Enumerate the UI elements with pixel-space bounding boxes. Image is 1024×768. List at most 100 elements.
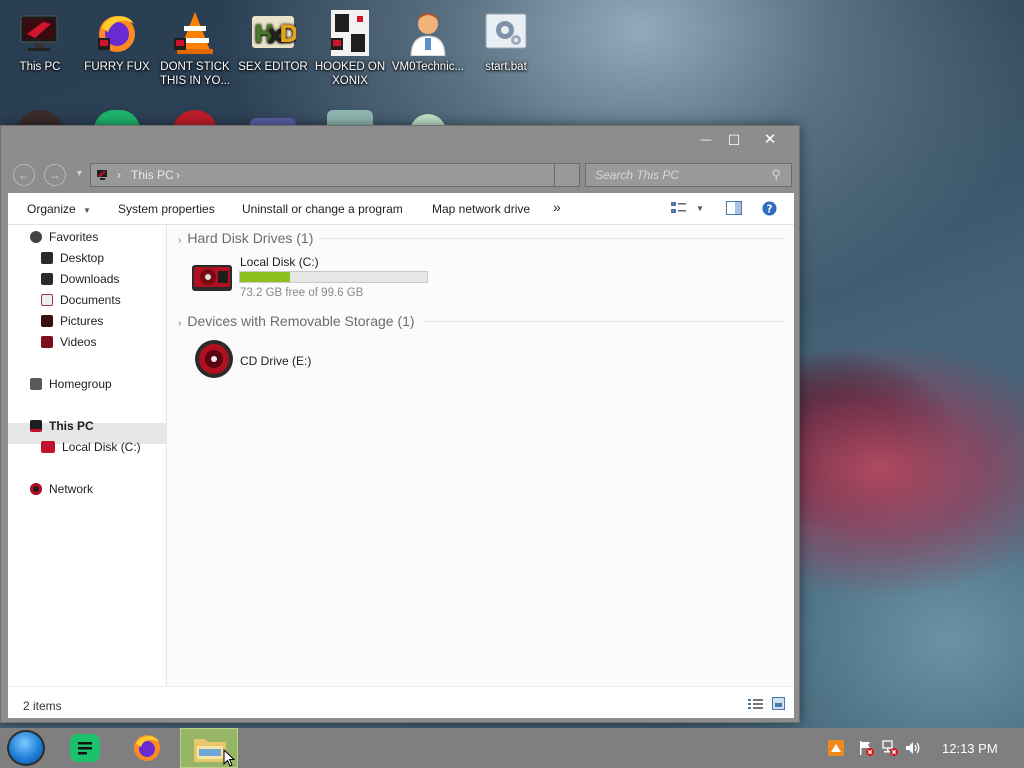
system-properties-button[interactable]: System properties	[118, 202, 215, 216]
drive-item-c[interactable]: Local Disk (C:) 73.2 GB free of 99.6 GB	[188, 255, 438, 301]
drive-c-usage-fill	[240, 272, 290, 282]
nav-pictures[interactable]: Pictures	[41, 311, 103, 331]
nav-downloads[interactable]: Downloads	[41, 269, 119, 289]
action-center-flag-icon[interactable]	[858, 740, 874, 756]
uninstall-program-button[interactable]: Uninstall or change a program	[242, 202, 403, 216]
more-commands-button[interactable]: »	[553, 199, 561, 215]
network-icon	[30, 483, 42, 495]
nav-documents[interactable]: Documents	[41, 290, 121, 310]
tray-app-icon[interactable]	[828, 740, 844, 756]
group-header-removable[interactable]: › Devices with Removable Storage (1)	[178, 313, 415, 329]
xonix-game-icon	[327, 10, 373, 56]
change-view-icon[interactable]	[671, 201, 687, 215]
videos-icon	[41, 336, 53, 348]
nav-this-pc[interactable]: This PC	[30, 416, 94, 436]
navigation-bar: ← → ▼ › This PC › Search This PC ⚲	[1, 156, 799, 188]
desktop-icon-label: HOOKED ON XONIX	[314, 61, 386, 87]
title-bar[interactable]: — ☐ ✕	[1, 126, 799, 156]
details-view-icon[interactable]	[748, 698, 763, 710]
desktop-icon-label: VM0Technic...	[391, 61, 465, 73]
chevron-right-icon: ›	[178, 235, 182, 246]
close-button[interactable]: ✕	[755, 130, 785, 150]
hxd-editor-icon: H x D	[250, 10, 299, 56]
view-options-dropdown[interactable]: ▼	[696, 204, 704, 213]
preview-pane-icon[interactable]	[726, 201, 742, 215]
help-icon[interactable]: ?	[762, 201, 777, 216]
clock[interactable]: 12:13 PM	[942, 741, 998, 756]
nav-homegroup[interactable]: Homegroup	[30, 374, 112, 394]
nav-label: Documents	[60, 293, 121, 307]
nav-label: Network	[49, 482, 94, 496]
taskbar-app-file-explorer[interactable]	[180, 728, 238, 768]
desktop-icon-start-bat[interactable]: start.bat	[468, 4, 544, 74]
search-placeholder: Search This PC	[595, 168, 680, 182]
desktop-icon-furry-fux[interactable]: FURRY FUX	[79, 4, 155, 74]
svg-text:?: ?	[767, 203, 773, 215]
drive-e-label: CD Drive (E:)	[240, 354, 312, 368]
nav-label: Pictures	[60, 314, 104, 328]
search-input[interactable]: Search This PC ⚲	[585, 163, 792, 187]
arrow-right-icon: →	[49, 168, 61, 182]
desktop-icon-sex-editor[interactable]: H x D SEX EDITOR	[235, 4, 311, 74]
organize-menu[interactable]: Organize ▼	[27, 202, 91, 216]
mouse-cursor-icon	[223, 749, 235, 767]
large-icons-view-icon[interactable]	[772, 697, 785, 710]
forward-button[interactable]: →	[44, 164, 66, 186]
desktop-icon-dont-stick[interactable]: DONT STICK THIS IN YO...	[157, 4, 233, 88]
nav-label: This PC	[49, 419, 94, 433]
search-icon[interactable]: ⚲	[771, 167, 781, 183]
explorer-body: Organize ▼ System properties Uninstall o…	[8, 193, 794, 718]
volume-icon[interactable]	[905, 740, 921, 756]
nav-desktop[interactable]: Desktop	[41, 248, 104, 268]
desktop-icon-label: SEX EDITOR	[238, 61, 308, 73]
group-title: Devices with Removable Storage (1)	[187, 313, 415, 329]
nav-label: Homegroup	[49, 377, 112, 391]
hard-drive-icon	[192, 265, 232, 291]
maximize-button[interactable]: ☐	[719, 130, 749, 150]
taskbar-app-firefox[interactable]	[131, 733, 163, 763]
desktop-icon-hooked-on-xonix[interactable]: HOOKED ON XONIX	[312, 4, 388, 88]
nav-label: Local Disk (C:)	[62, 440, 141, 454]
address-separator[interactable]: ›	[117, 168, 121, 182]
firefox-icon	[134, 735, 160, 761]
nav-label: Videos	[60, 335, 97, 349]
folder-icon	[194, 739, 226, 762]
recent-locations-dropdown[interactable]: ▼	[75, 168, 84, 178]
documents-icon	[41, 294, 53, 306]
minimize-button[interactable]: —	[691, 130, 721, 150]
address-crumb-this-pc[interactable]: This PC	[131, 168, 174, 182]
desktop-icon-this-pc[interactable]: This PC	[2, 4, 78, 74]
desktop-icon-vm0technic[interactable]: VM0Technic...	[390, 4, 466, 74]
this-pc-icon	[30, 420, 42, 432]
taskbar-app-notes[interactable]	[70, 734, 100, 762]
doctor-avatar-icon	[405, 10, 451, 57]
nav-local-disk-c[interactable]: Local Disk (C:)	[41, 437, 141, 457]
chevron-down-icon: ▼	[83, 206, 91, 215]
content-pane: › Hard Disk Drives (1) Local Disk (C:) 73…	[168, 225, 794, 686]
organize-label: Organize	[27, 202, 76, 216]
status-bar: 2 items	[8, 686, 794, 718]
taskbar: 12:13 PM	[0, 728, 1024, 768]
nav-network[interactable]: Network	[30, 479, 93, 499]
group-divider	[318, 238, 784, 239]
item-count: 2 items	[23, 699, 62, 713]
nav-favorites[interactable]: Favorites	[30, 227, 98, 247]
network-status-icon[interactable]	[882, 740, 898, 756]
star-icon	[30, 231, 42, 243]
map-network-drive-button[interactable]: Map network drive	[432, 202, 530, 216]
drive-item-e[interactable]: CD Drive (E:)	[188, 337, 388, 381]
desktop-icon-label: start.bat	[485, 61, 527, 73]
hard-drive-icon	[41, 441, 55, 453]
nav-label: Favorites	[49, 230, 99, 244]
desktop-icon-label: DONT STICK THIS IN YO...	[159, 61, 231, 87]
pictures-icon	[41, 315, 53, 327]
address-bar[interactable]: › This PC ›	[90, 163, 580, 187]
batch-file-icon	[483, 10, 529, 56]
start-button[interactable]	[7, 730, 45, 766]
nav-videos[interactable]: Videos	[41, 332, 96, 352]
group-divider	[424, 321, 784, 322]
group-header-hard-disks[interactable]: › Hard Disk Drives (1)	[178, 230, 313, 246]
address-separator[interactable]: ›	[176, 168, 180, 182]
address-divider	[554, 164, 555, 186]
back-button[interactable]: ←	[13, 164, 35, 186]
